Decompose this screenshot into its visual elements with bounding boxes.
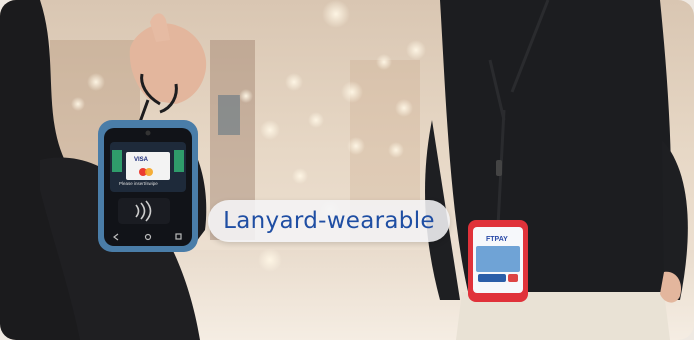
caption-text: Lanyard-wearable	[223, 208, 435, 234]
card-brand-label: VISA	[134, 157, 149, 163]
right-pos-device	[468, 220, 528, 302]
product-banner: VISA Please insert/swipe FTPAY Lanyard-w…	[0, 0, 694, 340]
left-pos-device	[98, 120, 198, 252]
caption-badge: Lanyard-wearable	[208, 200, 450, 242]
photo-scene	[0, 0, 694, 340]
device-brand-label: FTPAY	[486, 236, 508, 243]
card-prompt-text: Please insert/swipe	[119, 181, 158, 186]
contactless-icon	[118, 198, 170, 224]
